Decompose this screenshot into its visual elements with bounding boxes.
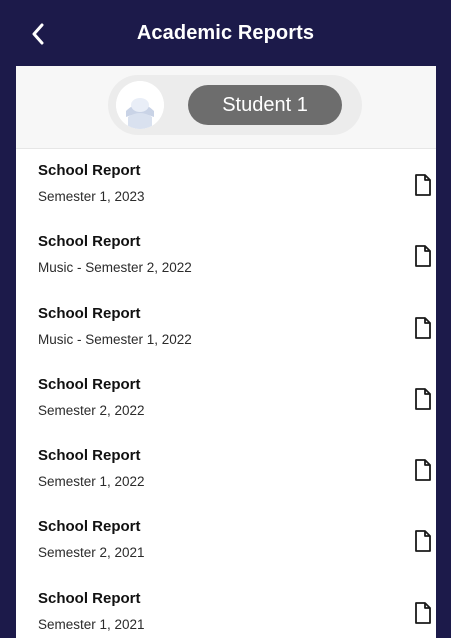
document-icon[interactable] [414, 458, 432, 482]
app-screen: Academic Reports Student 1 School Report… [0, 0, 451, 638]
user-avatar-icon [116, 81, 164, 129]
report-list-item[interactable]: School Report Music - Semester 2, 2022 [16, 220, 436, 291]
report-subtitle: Semester 1, 2021 [38, 616, 145, 632]
report-title: School Report [38, 233, 141, 251]
student-selector-area: Student 1 [16, 66, 436, 149]
report-subtitle: Semester 2, 2021 [38, 545, 145, 561]
report-list-item[interactable]: School Report Music - Semester 1, 2022 [16, 292, 436, 363]
report-subtitle: Music - Semester 1, 2022 [38, 331, 192, 347]
header-bar: Academic Reports [0, 0, 451, 66]
report-list-item[interactable]: School Report Semester 1, 2022 [16, 434, 436, 505]
student-selector[interactable]: Student 1 [108, 75, 362, 135]
report-title: School Report [38, 589, 141, 607]
report-list-item[interactable]: School Report Semester 1, 2021 [16, 577, 436, 638]
report-subtitle: Semester 1, 2023 [38, 189, 145, 204]
document-icon[interactable] [414, 387, 432, 411]
report-title: School Report [38, 304, 141, 322]
student-name-pill: Student 1 [188, 85, 342, 125]
report-list: School Report Semester 1, 2023 School Repo… [16, 149, 436, 638]
report-list-item[interactable]: School Report Semester 2, 2021 [16, 505, 436, 576]
document-icon[interactable] [414, 601, 432, 625]
report-list-item[interactable]: School Report Semester 2, 2022 [16, 363, 436, 434]
report-title: School Report [38, 375, 141, 393]
report-subtitle: Music - Semester 2, 2022 [38, 260, 192, 276]
content-panel: Student 1 School Report Semester 1, 2023 S… [16, 66, 436, 638]
report-title: School Report [38, 518, 141, 536]
page-title: Academic Reports [136, 22, 315, 44]
report-list-item[interactable]: School Report Semester 1, 2023 [16, 149, 436, 220]
document-icon[interactable] [414, 244, 432, 268]
report-title: School Report [38, 447, 141, 465]
report-subtitle: Semester 1, 2022 [38, 474, 145, 490]
document-icon[interactable] [414, 529, 432, 553]
document-icon[interactable] [414, 173, 432, 197]
document-icon[interactable] [414, 316, 432, 340]
report-subtitle: Semester 2, 2022 [38, 402, 145, 418]
report-title: School Report [38, 162, 141, 179]
